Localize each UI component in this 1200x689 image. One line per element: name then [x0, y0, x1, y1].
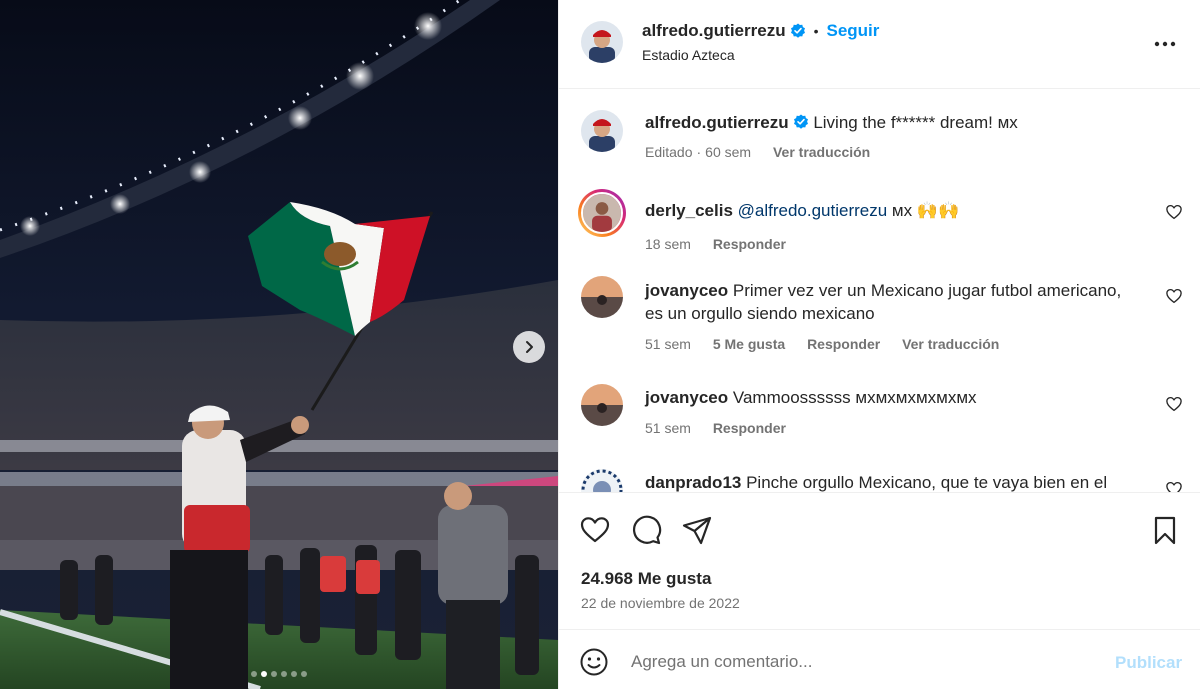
emoji-icon[interactable]	[579, 647, 609, 677]
comment-like-heart-icon[interactable]	[1165, 287, 1183, 305]
edited-label: Editado	[645, 144, 693, 160]
comment-time: 51 sem	[645, 336, 691, 352]
stadium-photo	[0, 0, 558, 689]
comment-body: ᴍx 🙌🙌	[887, 201, 960, 220]
reply-button[interactable]: Responder	[713, 420, 786, 436]
post-panel: alfredo.gutierrezu • Seguir Estadio Azte…	[558, 0, 1200, 689]
caption-body: Living the f****** dream! ᴍx	[813, 113, 1018, 132]
comment-time: 51 sem	[645, 420, 691, 436]
comment-like-heart-icon[interactable]	[1165, 203, 1183, 221]
comment-text: danprado13 Pinche orgullo Mexicano, que …	[645, 471, 1125, 492]
commenter-avatar[interactable]	[581, 384, 623, 426]
author-avatar[interactable]	[581, 21, 623, 63]
author-username[interactable]: alfredo.gutierrezu	[642, 21, 786, 41]
carousel-dot	[281, 671, 287, 677]
comment-like-heart-icon[interactable]	[1165, 480, 1183, 492]
comment-username[interactable]: jovanyceo	[645, 281, 728, 300]
publish-button[interactable]: Publicar	[1115, 653, 1182, 673]
comment-username[interactable]: derly_celis	[645, 201, 733, 220]
comment-body: Vammoossssss ᴍxᴍxᴍxᴍxᴍxᴍx	[732, 388, 977, 407]
comment-username[interactable]: danprado13	[645, 473, 741, 492]
header-title-line: alfredo.gutierrezu • Seguir	[642, 21, 879, 41]
carousel-dots	[0, 671, 558, 677]
follow-button[interactable]: Seguir	[827, 21, 880, 41]
caption-translate-link[interactable]: Ver traducción	[773, 144, 870, 160]
commenter-avatar[interactable]	[581, 469, 623, 492]
comment-mention[interactable]: @alfredo.gutierrezu	[738, 201, 888, 220]
more-horizontal-icon	[1154, 41, 1176, 47]
reply-button[interactable]: Responder	[713, 236, 786, 252]
location-link[interactable]: Estadio Azteca	[642, 47, 735, 63]
commenter-avatar-story[interactable]	[578, 189, 626, 237]
carousel-dot	[251, 671, 257, 677]
comments-list[interactable]: alfredo.gutierrezu Living the f****** dr…	[559, 89, 1200, 492]
dot-separator: •	[813, 23, 819, 39]
post-actions: 24.968 Me gusta 22 de noviembre de 2022	[559, 492, 1200, 629]
likes-count[interactable]: 24.968 Me gusta	[581, 569, 711, 589]
comment-input[interactable]	[631, 648, 1101, 676]
comment-icon[interactable]	[630, 514, 662, 546]
comment-text: derly_celis @alfredo.gutierrezu ᴍx 🙌🙌	[645, 199, 1145, 222]
next-image-button[interactable]	[513, 331, 545, 363]
post-header: alfredo.gutierrezu • Seguir Estadio Azte…	[559, 0, 1200, 89]
comment-like-heart-icon[interactable]	[1165, 395, 1183, 413]
bookmark-icon[interactable]	[1149, 514, 1181, 546]
caption-username[interactable]: alfredo.gutierrezu	[645, 113, 789, 132]
more-options-button[interactable]	[1151, 30, 1179, 58]
carousel-dot	[271, 671, 277, 677]
comment-meta: 51 sem 5 Me gusta Responder Ver traducci…	[645, 336, 1017, 352]
commenter-avatar[interactable]	[581, 276, 623, 318]
carousel-dot	[291, 671, 297, 677]
comment-meta: 18 sem Responder	[645, 236, 804, 252]
comment-username[interactable]: jovanyceo	[645, 388, 728, 407]
comment-composer: Publicar	[559, 629, 1200, 689]
comment-translate-link[interactable]: Ver traducción	[902, 336, 999, 352]
heart-icon[interactable]	[579, 514, 611, 546]
comment-text: jovanyceo Vammoossssss ᴍxᴍxᴍxᴍxᴍxᴍx	[645, 386, 1145, 409]
post-date: 22 de noviembre de 2022	[581, 595, 740, 611]
comment-text: jovanyceo Primer vez ver un Mexicano jug…	[645, 279, 1125, 325]
comment-meta: 51 sem Responder	[645, 420, 804, 436]
carousel-dot-active	[261, 671, 267, 677]
share-icon[interactable]	[681, 514, 713, 546]
comment-likes-count[interactable]: 5 Me gusta	[713, 336, 785, 352]
comment-body: Pinche orgullo Mexicano, que te vaya bie…	[746, 473, 1108, 492]
verified-badge-icon	[790, 23, 805, 38]
caption-meta: Editado · 60 sem Ver traducción	[645, 144, 871, 160]
author-avatar[interactable]	[581, 110, 623, 152]
caption-text: alfredo.gutierrezu Living the f****** dr…	[645, 111, 1145, 134]
verified-badge-icon	[793, 114, 808, 129]
caption-time: 60 sem	[705, 144, 752, 160]
post-image[interactable]	[0, 0, 558, 689]
carousel-dot	[301, 671, 307, 677]
chevron-right-icon	[526, 341, 533, 353]
comment-time: 18 sem	[645, 236, 691, 252]
reply-button[interactable]: Responder	[807, 336, 880, 352]
